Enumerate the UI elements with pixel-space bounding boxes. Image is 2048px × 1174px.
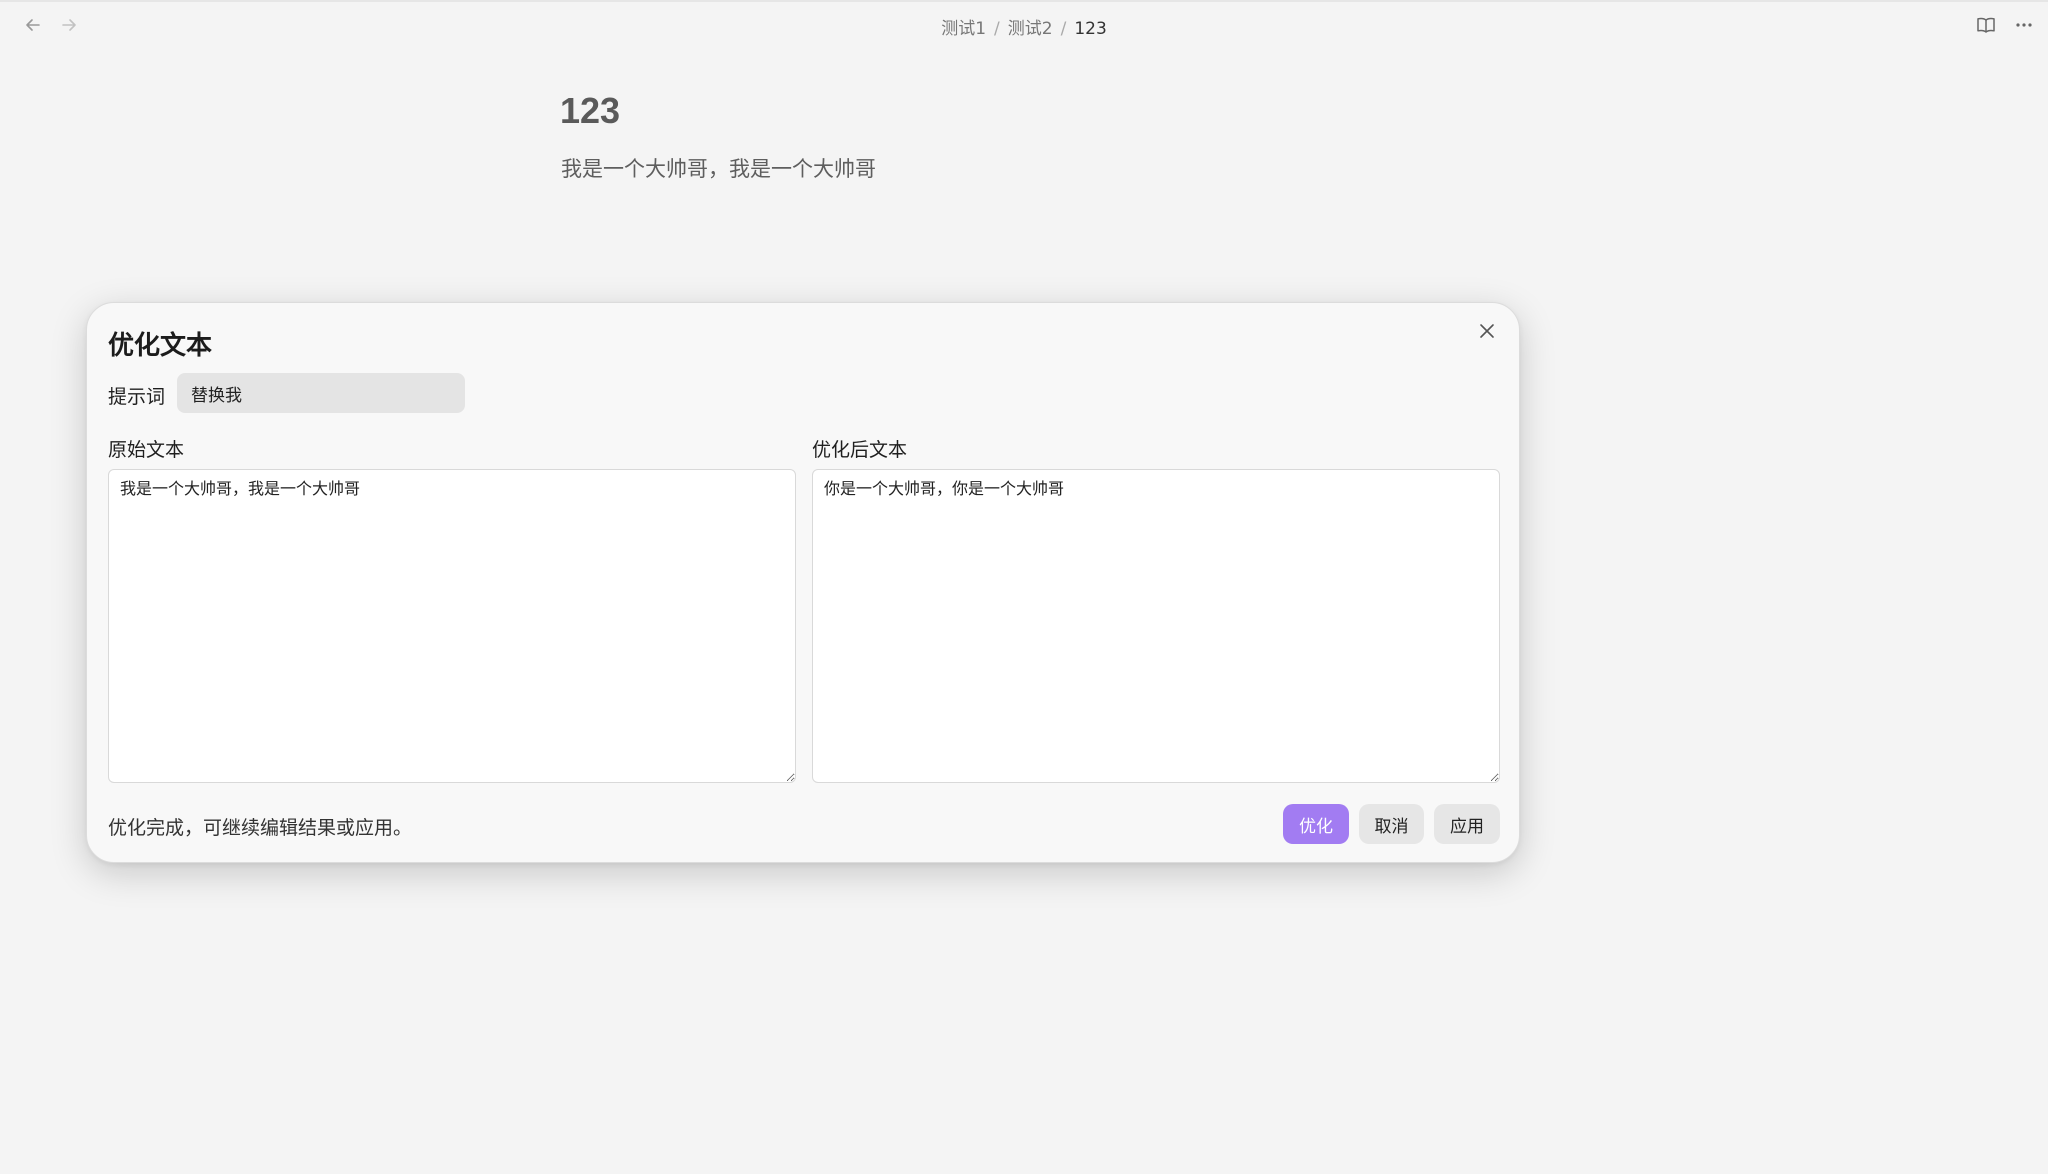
book-icon[interactable] bbox=[1972, 12, 2000, 38]
breadcrumb-item-test1[interactable]: 测试1 bbox=[941, 19, 986, 39]
cancel-button[interactable]: 取消 bbox=[1359, 804, 1424, 844]
original-text-label: 原始文本 bbox=[108, 439, 185, 461]
optimize-text-dialog: 优化文本 提示词 原始文本 我是一个大帅哥，我是一个大帅哥 优化后文本 你是一个… bbox=[86, 302, 1520, 863]
top-right-actions bbox=[1972, 12, 2038, 38]
more-icon[interactable] bbox=[2010, 12, 2038, 38]
prompt-input[interactable] bbox=[177, 373, 465, 413]
optimized-text-area[interactable]: 你是一个大帅哥，你是一个大帅哥 bbox=[812, 469, 1500, 783]
optimized-text-label: 优化后文本 bbox=[812, 439, 908, 461]
breadcrumb: 测试1 / 测试2 / 123 bbox=[0, 14, 2048, 39]
document-title[interactable]: 123 bbox=[560, 90, 620, 132]
status-message: 优化完成，可继续编辑结果或应用。 bbox=[108, 817, 413, 839]
breadcrumb-separator: / bbox=[1060, 19, 1067, 39]
apply-button[interactable]: 应用 bbox=[1434, 804, 1500, 844]
optimize-button[interactable]: 优化 bbox=[1283, 804, 1349, 844]
top-bar: 测试1 / 测试2 / 123 bbox=[0, 0, 2048, 50]
original-text-area[interactable]: 我是一个大帅哥，我是一个大帅哥 bbox=[108, 469, 796, 783]
prompt-label: 提示词 bbox=[108, 386, 166, 408]
dialog-title: 优化文本 bbox=[108, 331, 213, 361]
breadcrumb-item-current: 123 bbox=[1074, 19, 1107, 39]
breadcrumb-separator: / bbox=[994, 19, 1000, 39]
top-divider bbox=[0, 0, 2048, 2]
breadcrumb-item-test2[interactable]: 测试2 bbox=[1008, 19, 1053, 39]
close-icon[interactable] bbox=[1473, 317, 1501, 345]
document-body[interactable]: 我是一个大帅哥，我是一个大帅哥 bbox=[561, 153, 876, 183]
